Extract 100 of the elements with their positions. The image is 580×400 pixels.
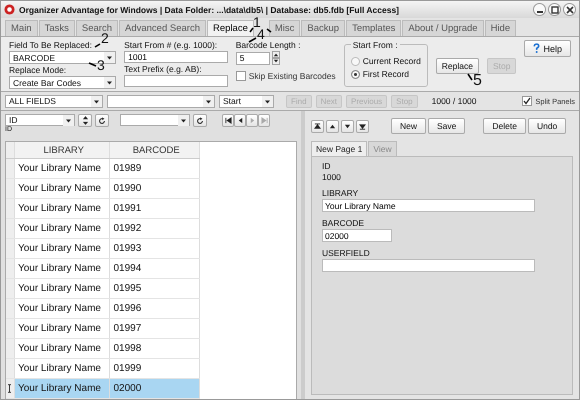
tab[interactable]: About / Upgrade — [402, 20, 484, 36]
row-header — [6, 239, 15, 258]
length-field[interactable]: 5 — [236, 52, 270, 64]
text-cursor-icon — [8, 384, 12, 393]
table-cell: 01995 — [110, 279, 200, 298]
mode-dropdown[interactable]: Create Bar Codes — [9, 76, 116, 89]
tab[interactable]: Hide — [484, 20, 516, 36]
record-button[interactable]: Delete — [483, 118, 526, 134]
table-row[interactable]: Your Library Name 01991 — [6, 199, 200, 219]
table-row[interactable]: Your Library Name 01992 — [6, 219, 200, 239]
table-row[interactable]: Your Library Name 01989 — [6, 159, 200, 179]
row-header — [6, 199, 15, 218]
last-icon — [260, 117, 268, 124]
table-cell: Your Library Name — [14, 159, 110, 178]
refresh-button[interactable] — [95, 114, 109, 127]
column-header[interactable]: LIBRARY — [14, 142, 110, 158]
tab[interactable]: Main — [5, 20, 38, 36]
table-cell: 01994 — [110, 259, 200, 278]
record-input-field[interactable] — [322, 259, 535, 272]
tab[interactable]: Tasks — [38, 20, 75, 36]
annotation-number: 4 — [257, 27, 265, 41]
table-cell: 01997 — [110, 319, 200, 338]
table-row[interactable]: Your Library Name 01997 — [6, 319, 200, 339]
sort-order-button[interactable] — [78, 114, 92, 127]
record-button[interactable]: Undo — [528, 118, 566, 134]
table-cell: Your Library Name — [14, 199, 110, 218]
search-position-dropdown[interactable]: Start — [219, 94, 274, 108]
field-value: 1000 — [322, 172, 342, 182]
checkbox[interactable] — [522, 96, 532, 106]
row-header — [6, 299, 15, 318]
spin-arrows-icon[interactable] — [272, 51, 280, 65]
checkbox[interactable] — [236, 71, 246, 81]
table-cell: 02000 — [110, 379, 200, 398]
record-input-field[interactable]: Your Library Name — [322, 199, 535, 212]
field-label: ID — [322, 161, 332, 171]
table-row[interactable]: Your Library Name 01996 — [6, 299, 200, 319]
table-row[interactable]: Your Library Name 02000 — [6, 379, 200, 399]
tab[interactable]: Advanced Search — [119, 20, 206, 36]
mode-label: Replace Mode: — [9, 65, 66, 75]
app-icon — [4, 4, 15, 15]
move-top-button[interactable] — [311, 120, 324, 132]
prefix-field[interactable] — [124, 75, 228, 87]
tab[interactable]: Backup — [301, 20, 346, 36]
leader-line — [248, 37, 257, 43]
table-row[interactable]: Your Library Name 01994 — [6, 259, 200, 279]
start-number-field[interactable]: 1001 — [124, 51, 228, 63]
radio-button[interactable] — [350, 56, 360, 66]
move-down-button[interactable] — [341, 120, 354, 132]
table-cell: Your Library Name — [14, 339, 110, 358]
question-mark-icon — [533, 43, 540, 54]
start-number-label: Start From # (e.g. 1000): — [124, 40, 218, 50]
refresh-button[interactable] — [193, 114, 207, 127]
field-label: Field To Be Replaced: — [9, 40, 92, 50]
close-icon — [566, 6, 574, 14]
record-button[interactable]: New — [391, 118, 426, 134]
maximize-button[interactable] — [548, 3, 561, 16]
table-cell: Your Library Name — [14, 239, 110, 258]
refresh-icon — [196, 116, 204, 124]
radio-label: First Record — [362, 69, 409, 79]
move-bottom-button[interactable] — [356, 120, 369, 132]
column-header[interactable]: BARCODE — [110, 142, 200, 158]
annotation-number: 5 — [473, 73, 482, 89]
page-tab[interactable]: New Page 1 — [311, 141, 368, 156]
radio-button[interactable] — [350, 70, 360, 78]
move-up-button[interactable] — [326, 120, 339, 132]
record-input-field[interactable]: 02000 — [322, 229, 392, 242]
replace-button[interactable]: Replace — [436, 58, 479, 74]
row-header — [6, 319, 15, 338]
table-cell: Your Library Name — [14, 359, 110, 378]
row-header — [6, 339, 15, 358]
tab[interactable]: Misc — [268, 20, 300, 36]
search-field-dropdown[interactable]: ALL FIELDS — [5, 94, 103, 108]
minimize-button[interactable] — [533, 3, 546, 16]
table-cell: 01993 — [110, 239, 200, 258]
length-label: Barcode Length : — [236, 40, 300, 50]
first-record-button[interactable] — [222, 114, 234, 127]
move-top-icon — [314, 122, 321, 130]
down-icon — [344, 122, 351, 130]
help-button[interactable]: Help — [524, 40, 571, 57]
move-bottom-icon — [359, 122, 366, 130]
field-label: BARCODE — [322, 218, 366, 228]
table-row[interactable]: Your Library Name 01993 — [6, 239, 200, 259]
tab[interactable]: Replace — [207, 20, 254, 36]
table-row[interactable]: Your Library Name 01990 — [6, 179, 200, 199]
previous-record-button[interactable] — [234, 114, 246, 127]
table-cell: 01996 — [110, 299, 200, 318]
radio-label: Current Record — [362, 56, 421, 66]
record-button[interactable]: Save — [428, 118, 466, 134]
checkbox-label: Skip Existing Barcodes — [248, 71, 336, 81]
table-cell: Your Library Name — [14, 319, 110, 338]
row-header — [6, 219, 15, 238]
table-cell: Your Library Name — [14, 299, 110, 318]
table-cell: Your Library Name — [14, 379, 110, 398]
tab[interactable]: Templates — [346, 20, 402, 36]
close-button[interactable] — [563, 3, 576, 16]
table-row[interactable]: Your Library Name 01998 — [6, 339, 200, 359]
leader-line — [88, 62, 97, 67]
table-row[interactable]: Your Library Name 01995 — [6, 279, 200, 299]
sort-field-dropdown[interactable]: ID — [5, 114, 75, 126]
table-cell: Your Library Name — [14, 259, 110, 278]
